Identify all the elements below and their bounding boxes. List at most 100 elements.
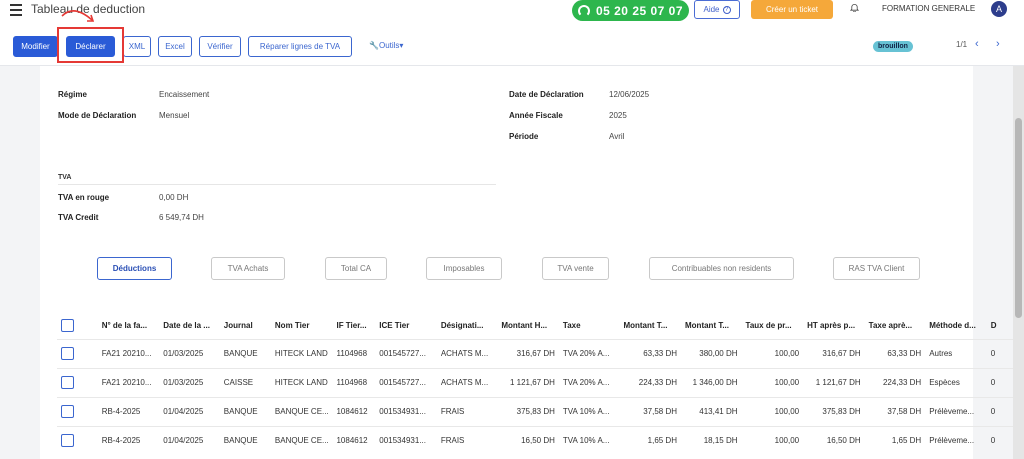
tab-total-ca[interactable]: Total CA bbox=[325, 257, 387, 280]
table-cell: HITECK LAND bbox=[270, 367, 333, 397]
table-cell: 63,33 DH bbox=[864, 338, 926, 368]
tva-rouge-label: TVA en rouge bbox=[58, 193, 110, 202]
table-cell: 413,41 DH bbox=[681, 396, 742, 426]
repair-vat-lines-button[interactable]: Réparer lignes de TVA bbox=[248, 36, 352, 57]
company-name[interactable]: FORMATION GENERALE bbox=[882, 4, 975, 13]
scrollbar-thumb[interactable] bbox=[1015, 118, 1022, 318]
table-cell: Autres bbox=[925, 338, 987, 368]
table-cell: 100,00 bbox=[741, 367, 804, 397]
deductions-table: N° de la fa... Date de la ... Journal No… bbox=[57, 313, 1013, 455]
table-row[interactable]: RB-4-2025 01/04/2025 BANQUE BANQUE CE... 108… bbox=[57, 425, 1013, 455]
column-header[interactable]: Nom Tier bbox=[271, 313, 333, 339]
table-body: FA21 20210... 01/03/2025 BANQUE HITECK LAND… bbox=[57, 338, 1013, 455]
vertical-scrollbar[interactable] bbox=[1013, 66, 1024, 459]
tools-dropdown[interactable]: 🔧Outils▾ bbox=[369, 41, 403, 50]
table-cell: TVA 10% A... bbox=[558, 396, 620, 426]
table-cell: Prélèveme... bbox=[925, 425, 987, 455]
table-cell: FRAIS bbox=[436, 425, 498, 455]
table-cell: 100,00 bbox=[741, 425, 804, 455]
table-cell: 100,00 bbox=[741, 338, 804, 368]
column-header[interactable]: Montant T... bbox=[681, 313, 742, 339]
year-label: Année Fiscale bbox=[509, 111, 563, 120]
column-header[interactable]: Méthode d... bbox=[925, 313, 987, 339]
table-cell: 63,33 DH bbox=[619, 338, 681, 368]
table-cell: 37,58 DH bbox=[864, 396, 926, 426]
annotation-highlight-box bbox=[57, 27, 124, 63]
row-checkbox[interactable] bbox=[61, 347, 74, 360]
verifier-button[interactable]: Vérifier bbox=[199, 36, 241, 57]
table-cell: 01/04/2025 bbox=[159, 425, 220, 455]
column-header[interactable]: Montant H... bbox=[497, 313, 559, 339]
table-cell: 316,67 DH bbox=[497, 338, 559, 368]
tab-contribuables-non-residents[interactable]: Contribuables non residents bbox=[649, 257, 794, 280]
tab-ras-tva-client[interactable]: RAS TVA Client bbox=[833, 257, 920, 280]
row-select-cell bbox=[57, 367, 98, 397]
table-cell: 0 bbox=[986, 367, 1013, 397]
bell-icon[interactable] bbox=[850, 3, 859, 12]
table-cell: 375,83 DH bbox=[803, 396, 865, 426]
table-cell: FA21 20210... bbox=[97, 338, 160, 368]
table-row[interactable]: FA21 20210... 01/03/2025 BANQUE HITECK LAND… bbox=[57, 338, 1013, 368]
row-checkbox[interactable] bbox=[61, 405, 74, 418]
select-all-checkbox[interactable] bbox=[61, 319, 74, 333]
phone-number: 05 20 25 07 07 bbox=[595, 3, 684, 18]
wrench-icon: 🔧 bbox=[369, 41, 379, 50]
tab-deductions[interactable]: Déductions bbox=[97, 257, 172, 280]
column-header[interactable]: Date de la ... bbox=[159, 313, 220, 339]
column-header[interactable]: Montant T... bbox=[619, 313, 681, 339]
tva-section-title: TVA bbox=[58, 174, 72, 181]
table-cell: 0 bbox=[986, 425, 1013, 455]
date-label: Date de Déclaration bbox=[509, 90, 584, 99]
table-row[interactable]: RB-4-2025 01/04/2025 BANQUE BANQUE CE... 108… bbox=[57, 396, 1013, 426]
table-cell: TVA 20% A... bbox=[558, 338, 620, 368]
column-header[interactable]: N° de la fa... bbox=[98, 313, 160, 339]
tools-label: Outils bbox=[378, 41, 400, 50]
column-header[interactable]: Taxe bbox=[559, 313, 620, 339]
table-cell: 1104968 bbox=[332, 367, 376, 397]
mode-label: Mode de Déclaration bbox=[58, 111, 137, 120]
headset-icon bbox=[577, 4, 590, 17]
create-ticket-button[interactable]: Créer un ticket bbox=[751, 0, 833, 19]
table-cell: RB-4-2025 bbox=[97, 425, 160, 455]
table-cell: 380,00 DH bbox=[681, 338, 742, 368]
question-icon: ? bbox=[722, 5, 731, 14]
modifier-button[interactable]: Modifier bbox=[13, 36, 58, 57]
column-header[interactable]: D bbox=[987, 313, 1013, 339]
avatar[interactable]: A bbox=[991, 1, 1007, 17]
row-checkbox[interactable] bbox=[61, 376, 74, 389]
support-phone-button[interactable]: 05 20 25 07 07 bbox=[572, 0, 689, 21]
table-cell: 16,50 DH bbox=[497, 425, 559, 455]
table-header-row: N° de la fa... Date de la ... Journal No… bbox=[57, 313, 1013, 339]
help-label: Aide bbox=[703, 5, 720, 14]
table-cell: ACHATS M... bbox=[436, 367, 498, 397]
tva-credit-value: 6 549,74 DH bbox=[159, 213, 204, 222]
tab-tva-achats[interactable]: TVA Achats bbox=[211, 257, 285, 280]
table-cell: 01/03/2025 bbox=[159, 338, 220, 368]
table-cell: HITECK LAND bbox=[270, 338, 333, 368]
tab-imposables[interactable]: Imposables bbox=[426, 257, 502, 280]
table-cell: 1,65 DH bbox=[864, 425, 926, 455]
chevron-left-icon[interactable]: ‹ bbox=[975, 38, 979, 50]
row-checkbox[interactable] bbox=[61, 434, 74, 448]
tva-credit-label: TVA Credit bbox=[58, 213, 99, 222]
table-cell: 1104968 bbox=[332, 338, 376, 368]
tab-tva-vente[interactable]: TVA vente bbox=[542, 257, 609, 280]
column-header[interactable]: Journal bbox=[220, 313, 271, 339]
caret-down-icon: ▾ bbox=[399, 41, 404, 50]
column-header[interactable]: Taxe aprè... bbox=[865, 313, 926, 339]
column-header[interactable]: Taux de pr... bbox=[742, 313, 804, 339]
excel-button[interactable]: Excel bbox=[158, 36, 192, 57]
hamburger-menu-icon[interactable] bbox=[10, 4, 22, 16]
status-badge: brouillon bbox=[873, 41, 913, 52]
table-row[interactable]: FA21 20210... 01/03/2025 CAISSE HITECK LAND… bbox=[57, 367, 1013, 397]
table-cell: RB-4-2025 bbox=[97, 396, 160, 426]
column-header[interactable]: ICE Tier bbox=[375, 313, 437, 339]
help-button[interactable]: Aide ? bbox=[694, 0, 740, 19]
xml-button[interactable]: XML bbox=[123, 36, 151, 57]
table-cell: 224,33 DH bbox=[864, 367, 926, 397]
table-cell: 18,15 DH bbox=[681, 425, 742, 455]
column-header[interactable]: IF Tier... bbox=[332, 313, 375, 339]
chevron-right-icon[interactable]: › bbox=[996, 38, 1000, 50]
column-header[interactable]: Désignati... bbox=[437, 313, 498, 339]
column-header[interactable]: HT après p... bbox=[803, 313, 865, 339]
